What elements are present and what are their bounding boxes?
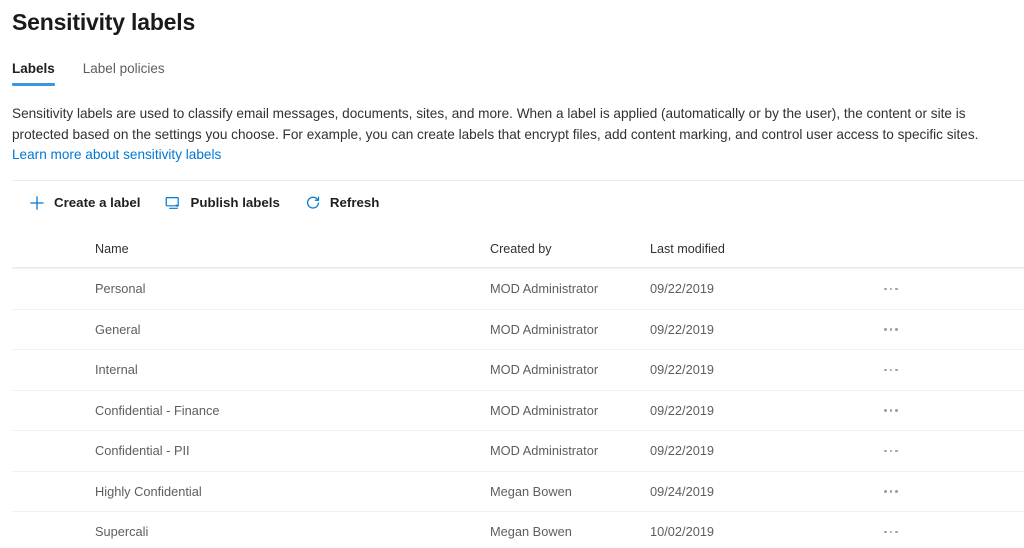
publish-labels-label: Publish labels — [190, 195, 280, 210]
row-divider — [12, 268, 1024, 269]
row-divider — [12, 470, 1024, 472]
description-text: Sensitivity labels are used to classify … — [12, 106, 979, 142]
cell-name: Internal — [95, 362, 138, 377]
tab-bar: Labels Label policies — [12, 60, 179, 88]
ellipsis-icon[interactable] — [878, 401, 904, 421]
row-divider — [12, 389, 1024, 391]
table-row[interactable]: Confidential - PII MOD Administrator 09/… — [0, 430, 1024, 471]
row-divider — [12, 430, 1024, 431]
cell-name: General — [95, 321, 141, 337]
plus-icon — [28, 194, 46, 212]
tab-label-policies[interactable]: Label policies — [83, 60, 179, 88]
cell-last-modified: 09/22/2019 — [650, 402, 715, 418]
refresh-label: Refresh — [329, 195, 380, 210]
cell-last-modified: 09/22/2019 — [650, 443, 715, 458]
command-bar: Create a label Publish labels Refresh — [28, 189, 389, 217]
create-a-label-label: Create a label — [54, 195, 141, 210]
ellipsis-icon[interactable] — [878, 320, 904, 340]
cell-name: Confidential - Finance — [95, 402, 220, 418]
cell-last-modified: 09/22/2019 — [650, 362, 715, 377]
create-a-label-button[interactable]: Create a label — [28, 189, 150, 217]
ellipsis-icon[interactable] — [878, 522, 904, 542]
ellipsis-icon[interactable] — [878, 441, 904, 461]
ellipsis-icon[interactable] — [878, 482, 904, 502]
publish-monitor-icon — [164, 194, 182, 212]
page-title: Sensitivity labels — [12, 9, 196, 35]
column-header-last-modified[interactable]: Last modified — [650, 240, 725, 258]
row-divider — [12, 349, 1024, 350]
row-divider — [12, 511, 1024, 512]
cell-name: Personal — [95, 281, 146, 296]
toolbar-top-divider — [12, 180, 1024, 181]
table-row[interactable]: General MOD Administrator 09/22/2019 — [0, 308, 1024, 350]
table-row[interactable]: Supercali Megan Bowen 10/02/2019 — [0, 511, 1024, 548]
cell-last-modified: 09/22/2019 — [650, 281, 715, 296]
ellipsis-icon[interactable] — [878, 279, 904, 299]
table-header-row: Name Created by Last modified — [0, 234, 1024, 268]
cell-created-by: MOD Administrator — [490, 402, 599, 418]
labels-table: Name Created by Last modified Personal M… — [0, 234, 1024, 548]
table-row[interactable]: Internal MOD Administrator 09/22/2019 — [0, 349, 1024, 390]
learn-more-link[interactable]: Learn more about sensitivity labels — [12, 147, 221, 162]
cell-created-by: MOD Administrator — [490, 362, 599, 377]
cell-created-by: MOD Administrator — [490, 443, 599, 458]
cell-name: Confidential - PII — [95, 443, 190, 458]
sensitivity-labels-page: Sensitivity labels Labels Label policies… — [0, 0, 1024, 548]
cell-last-modified: 09/22/2019 — [650, 321, 715, 337]
page-description: Sensitivity labels are used to classify … — [12, 104, 1012, 166]
cell-created-by: MOD Administrator — [490, 281, 599, 296]
table-row[interactable]: Highly Confidential Megan Bowen 09/24/20… — [0, 470, 1024, 512]
cell-last-modified: 09/24/2019 — [650, 483, 715, 499]
column-header-name[interactable]: Name — [95, 240, 129, 258]
refresh-button[interactable]: Refresh — [304, 189, 390, 217]
refresh-icon — [304, 194, 322, 212]
publish-labels-button[interactable]: Publish labels — [164, 189, 289, 217]
cell-name: Supercali — [95, 524, 149, 539]
tab-labels[interactable]: Labels — [12, 60, 55, 88]
row-divider — [12, 308, 1024, 310]
cell-last-modified: 10/02/2019 — [650, 524, 715, 539]
tab-active-underline — [12, 83, 55, 86]
cell-created-by: Megan Bowen — [490, 524, 572, 539]
column-header-created-by[interactable]: Created by — [490, 240, 552, 258]
table-body: Personal MOD Administrator 09/22/2019 Ge… — [0, 268, 1024, 548]
ellipsis-icon[interactable] — [878, 360, 904, 380]
table-row[interactable]: Confidential - Finance MOD Administrator… — [0, 389, 1024, 431]
cell-name: Highly Confidential — [95, 483, 202, 499]
cell-created-by: Megan Bowen — [490, 483, 572, 499]
tab-label-policies-label: Label policies — [82, 61, 165, 76]
cell-created-by: MOD Administrator — [490, 321, 599, 337]
table-row[interactable]: Personal MOD Administrator 09/22/2019 — [0, 268, 1024, 309]
tab-labels-label: Labels — [12, 61, 55, 76]
